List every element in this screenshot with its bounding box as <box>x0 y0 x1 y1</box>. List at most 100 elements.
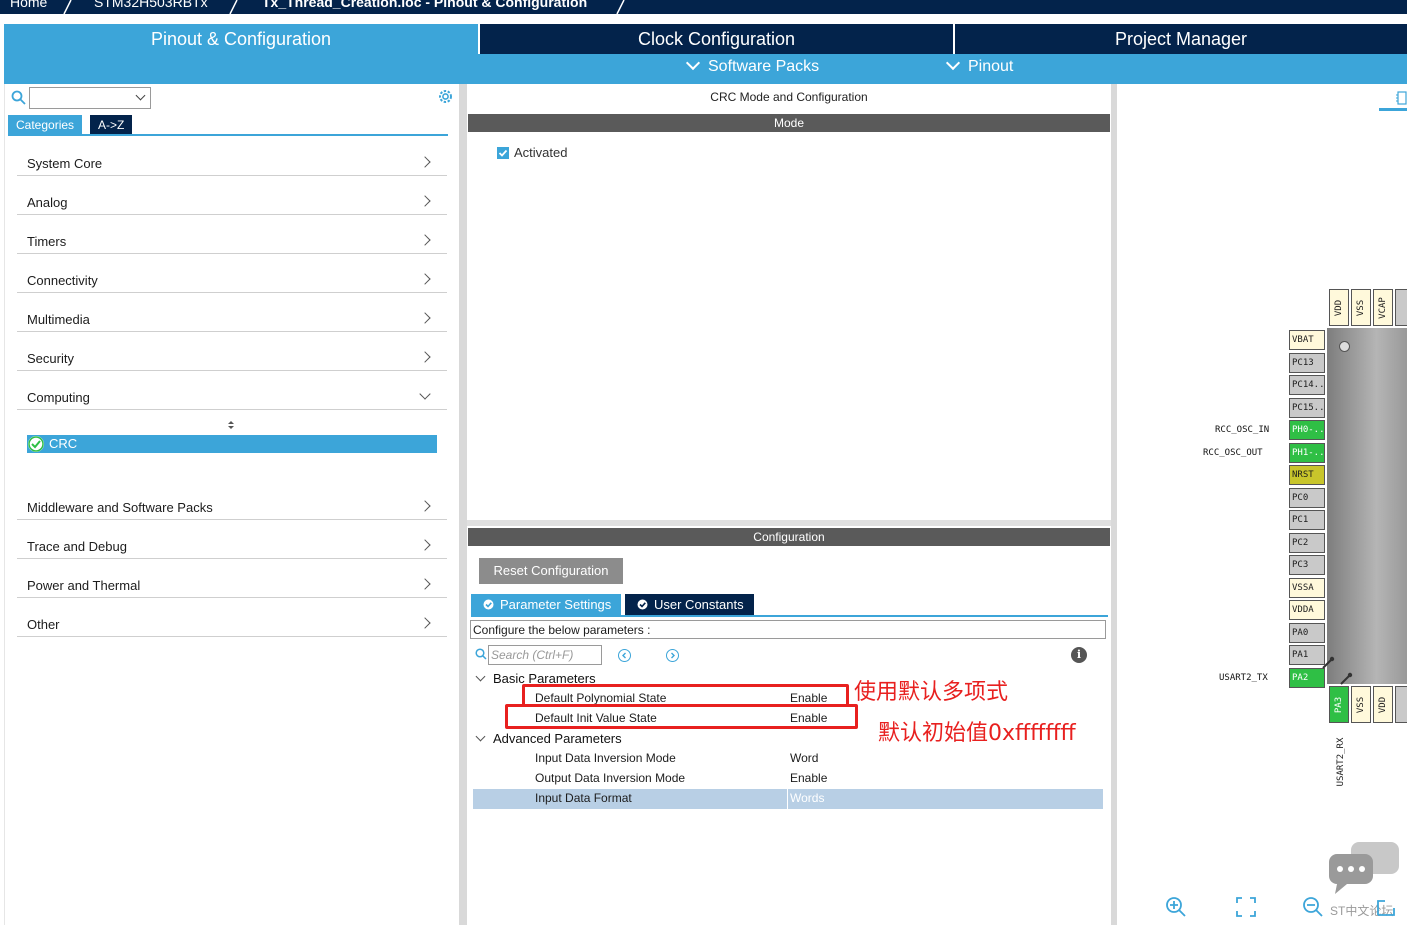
info-icon[interactable]: i <box>1071 647 1087 663</box>
pin-vbat[interactable]: VBAT <box>1289 330 1325 350</box>
pin-top-vss[interactable]: VSS <box>1351 289 1371 326</box>
pin-pc3[interactable]: PC3 <box>1289 555 1325 575</box>
gear-icon[interactable] <box>437 88 454 105</box>
pin-ph0[interactable]: PH0-.. <box>1289 420 1325 440</box>
chevron-right-icon <box>419 500 431 512</box>
pin-vssa[interactable]: VSSA <box>1289 578 1325 598</box>
forum-chat-icon <box>1329 842 1399 894</box>
chip-view-icon[interactable] <box>1396 90 1407 106</box>
category-system-core[interactable]: System Core <box>17 137 447 176</box>
category-trace-debug[interactable]: Trace and Debug <box>17 520 447 559</box>
parameter-search-input[interactable]: Search (Ctrl+F) <box>488 645 602 665</box>
chevron-down-icon <box>419 388 431 400</box>
param-input-data-format[interactable]: Input Data Format Words <box>473 789 1103 809</box>
category-search-combo[interactable] <box>29 87 151 109</box>
breadcrumb-separator-icon <box>616 0 625 14</box>
pin-ph1[interactable]: PH1-.. <box>1289 443 1325 463</box>
pin-bottom-vss[interactable]: VSS <box>1351 686 1371 723</box>
breadcrumb-separator-icon <box>63 0 72 14</box>
category-analog[interactable]: Analog <box>17 176 447 215</box>
check-circle-icon <box>483 599 494 610</box>
reset-configuration-button[interactable]: Reset Configuration <box>479 558 623 584</box>
breadcrumb-home[interactable]: Home <box>10 0 47 10</box>
sub-toolbar: Software Packs Pinout <box>4 54 1407 84</box>
categories-panel: Categories A->Z System Core Analog Timer… <box>4 84 459 925</box>
breadcrumb-device[interactable]: STM32H503RBTx <box>94 0 208 10</box>
chevron-down-icon <box>945 55 961 71</box>
software-packs-menu[interactable]: Software Packs <box>685 55 819 76</box>
category-timers[interactable]: Timers <box>17 215 447 254</box>
category-other[interactable]: Other <box>17 598 447 637</box>
chevron-right-icon <box>419 578 431 590</box>
crc-config-panel: CRC Mode and Configuration Mode Activate… <box>467 84 1111 925</box>
pin-pc2[interactable]: PC2 <box>1289 533 1325 553</box>
mcu-chip[interactable] <box>1327 328 1407 684</box>
param-input-data-inversion[interactable]: Input Data Inversion Mode Word <box>473 749 1103 769</box>
group-advanced-parameters[interactable]: Advanced Parameters <box>475 731 622 746</box>
pin-top-vcap[interactable]: VCAP <box>1373 289 1393 326</box>
panel-splitter[interactable] <box>459 84 467 925</box>
breadcrumb-separator-icon <box>229 0 238 14</box>
pin-top-vdd[interactable]: VDD <box>1329 289 1349 326</box>
tab-pinout-configuration[interactable]: Pinout & Configuration <box>4 24 478 54</box>
panel-splitter[interactable] <box>467 520 1111 526</box>
tab-categories[interactable]: Categories <box>8 115 83 135</box>
category-connectivity[interactable]: Connectivity <box>17 254 447 293</box>
pin-pc14[interactable]: PC14.. <box>1289 375 1325 395</box>
chevron-down-icon <box>475 731 486 742</box>
pin-bottom-vdd[interactable]: VDD <box>1373 686 1393 723</box>
pin-pc15[interactable]: PC15.. <box>1289 398 1325 418</box>
fit-screen-icon[interactable] <box>1235 896 1257 918</box>
pin-pc1[interactable]: PC1 <box>1289 510 1325 530</box>
signal-usart2-tx: USART2_TX <box>1219 673 1268 683</box>
annotation-polynomial: 使用默认多项式 <box>854 680 1009 705</box>
chevron-down-icon <box>135 90 146 101</box>
activated-checkbox[interactable]: Activated <box>497 145 567 160</box>
pin-pa0[interactable]: PA0 <box>1289 623 1325 643</box>
tab-underline <box>471 615 1108 617</box>
pinout-menu[interactable]: Pinout <box>945 55 1013 76</box>
tab-a-z[interactable]: A->Z <box>90 115 133 135</box>
pin-pa1[interactable]: PA1 <box>1289 645 1325 665</box>
tab-project-manager[interactable]: Project Manager <box>955 24 1407 54</box>
pin-pc13[interactable]: PC13 <box>1289 353 1325 373</box>
pin-nrst[interactable]: NRST <box>1289 465 1325 485</box>
pin-top-partial[interactable] <box>1395 289 1407 326</box>
zoom-in-icon[interactable] <box>1165 896 1187 918</box>
chevron-down-icon <box>685 55 701 71</box>
category-middleware[interactable]: Middleware and Software Packs <box>17 481 447 520</box>
tab-parameter-settings[interactable]: Parameter Settings <box>471 594 622 616</box>
pin-vdda[interactable]: VDDA <box>1289 600 1325 620</box>
category-security[interactable]: Security <box>17 332 447 371</box>
computing-item-crc[interactable]: CRC <box>27 435 437 453</box>
chevron-right-icon <box>419 156 431 168</box>
export-icon[interactable] <box>1375 898 1397 918</box>
tab-user-constants[interactable]: User Constants <box>625 594 754 616</box>
chevron-right-icon <box>419 273 431 285</box>
chevron-right-icon <box>419 617 431 629</box>
configuration-header: Configuration <box>468 528 1110 546</box>
tab-clock-configuration[interactable]: Clock Configuration <box>480 24 953 54</box>
sort-icon[interactable] <box>227 420 235 430</box>
previous-match-icon[interactable] <box>618 649 631 662</box>
category-multimedia[interactable]: Multimedia <box>17 293 447 332</box>
check-circle-icon <box>28 436 44 452</box>
breadcrumb-project[interactable]: Tx_Thread_Creation.ioc - Pinout & Config… <box>262 0 587 10</box>
pin-pa2[interactable]: PA2 <box>1289 668 1325 688</box>
category-power-thermal[interactable]: Power and Thermal <box>17 559 447 598</box>
next-match-icon[interactable] <box>666 649 679 662</box>
main-tabs: Pinout & Configuration Clock Configurati… <box>0 14 1407 84</box>
search-icon <box>475 648 487 660</box>
category-computing[interactable]: Computing <box>17 371 447 410</box>
pin-bottom-partial[interactable] <box>1395 686 1407 723</box>
pin-bottom-pa3[interactable]: PA3 <box>1329 686 1349 723</box>
param-output-data-inversion[interactable]: Output Data Inversion Mode Enable <box>473 769 1103 789</box>
annotation-box-init-value <box>505 704 858 729</box>
signal-rcc-osc-out: RCC_OSC_OUT <box>1203 448 1263 458</box>
zoom-out-icon[interactable] <box>1302 896 1324 918</box>
pin1-marker <box>1339 341 1350 352</box>
pin-pc0[interactable]: PC0 <box>1289 488 1325 508</box>
chevron-right-icon <box>419 351 431 363</box>
tab-underline <box>8 134 448 136</box>
view-toolbar-indicator <box>1379 108 1407 111</box>
